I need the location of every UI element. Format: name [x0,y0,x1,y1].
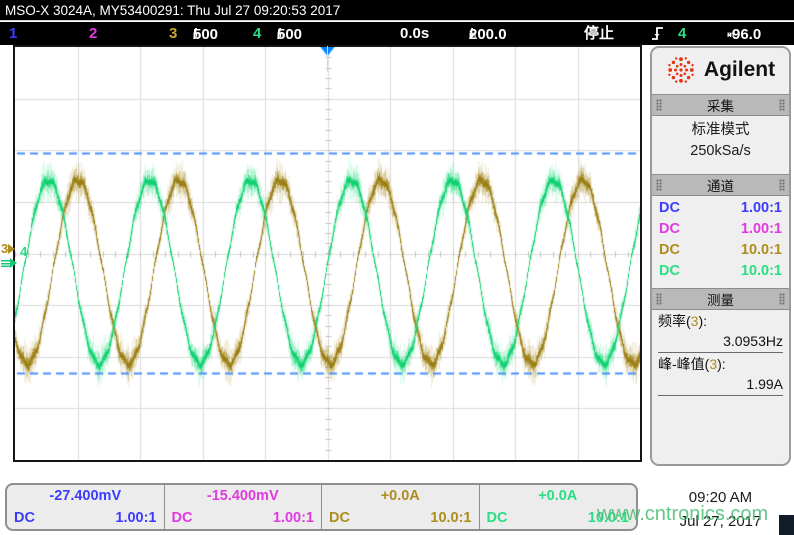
ch3-value: +0.0A [322,488,479,504]
ch2-value: -15.400mV [165,488,322,504]
channel-row-2[interactable]: DC1.00:1 [652,219,789,240]
channel-row-4[interactable]: DC10.0:1 [652,261,789,282]
acquisition-header[interactable]: 采集 [652,94,789,116]
channel-row-1[interactable]: DC1.00:1 [652,198,789,219]
ch2-coupling: DC [172,510,193,526]
ch4-ground-marker[interactable] [1,257,17,269]
ch1-value: -27.400mV [7,488,164,504]
channel-row-3[interactable]: DC10.0:1 [652,240,789,261]
ch3-ground-marker[interactable]: 3 [1,243,15,255]
status-bar: 1 2 3 500mA/ 4 500mA/ 0.0s 200.0ms/ 停止 4… [0,22,794,45]
grip-icon [779,293,785,305]
ch1-probe-ratio: 1.00:1 [115,510,156,526]
title-bar: MSO-X 3024A, MY53400291: Thu Jul 27 09:2… [0,0,794,21]
horizontal-delay[interactable]: 0.0s [400,23,429,44]
edge-trigger-icon [651,25,664,47]
measurement-source: 3 [709,356,717,372]
measurement-value-peak-peak: 1.99A [658,374,783,396]
ch3-probe-ratio: 10.0:1 [430,510,471,526]
grip-icon [779,99,785,111]
grip-icon [656,293,662,305]
ch2-number[interactable]: 2 [89,23,97,44]
measure-header[interactable]: 测量 [652,288,789,310]
acquisition-info: 标准模式 250kSa/s [652,116,789,172]
grip-icon [779,179,785,191]
trigger-source[interactable]: 4 [678,23,686,44]
measurement-label-peak-peak: 峰-峰值(3): [658,355,783,374]
ch3-ground-label: 3 [1,241,8,256]
ch3-ground-arrow-icon [8,244,15,254]
ch4-ground-level-label: 4 [20,246,27,258]
channels-header[interactable]: 通道 [652,174,789,196]
channel-list: DC1.00:1 DC1.00:1 DC10.0:1 DC10.0:1 [652,196,789,286]
sidebar: Agilent 采集 标准模式 250kSa/s 通道 DC1.00:1 DC1… [650,46,791,466]
ch1-number[interactable]: 1 [9,23,17,44]
waveform-canvas [15,47,640,460]
ch3-number[interactable]: 3 [169,23,177,44]
measurement-label-frequency: 频率(3): [658,312,783,331]
watermark: www.cntronics.com [597,503,768,526]
ch2-probe-ratio: 1.00:1 [273,510,314,526]
grip-icon [656,179,662,191]
waveform-display [13,45,642,462]
ground-symbol-icon [1,260,10,267]
ch3-coupling: DC [329,510,350,526]
brand-name: Agilent [704,58,775,82]
measurement-list: 频率(3): 3.0953Hz 峰-峰值(3): 1.99A [652,310,789,396]
agilent-logo-icon [666,55,696,85]
ch2-readout[interactable]: -15.400mV DC 1.00:1 [165,485,323,529]
grip-icon [656,99,662,111]
instrument-title: MSO-X 3024A, MY53400291: Thu Jul 27 09:2… [5,3,340,18]
measurement-value-frequency: 3.0953Hz [658,331,783,353]
ch3-readout[interactable]: +0.0A DC 10.0:1 [322,485,480,529]
ch4-value: +0.0A [480,488,637,504]
channel-readout-bar: -27.400mV DC 1.00:1 -15.400mV DC 1.00:1 … [5,483,638,531]
trigger-position-line [327,46,328,72]
oscilloscope-screen: MSO-X 3024A, MY53400291: Thu Jul 27 09:2… [0,0,794,535]
ch4-ground-arrow-icon [10,258,17,268]
sample-rate: 250kSa/s [652,141,789,162]
run-state[interactable]: 停止 [584,23,614,44]
ch4-number[interactable]: 4 [253,23,261,44]
brand-row: Agilent [652,48,789,92]
ch1-readout[interactable]: -27.400mV DC 1.00:1 [7,485,165,529]
ch4-coupling: DC [487,510,508,526]
corner-block [779,515,794,535]
ch1-coupling: DC [14,510,35,526]
acquisition-mode: 标准模式 [652,120,789,141]
